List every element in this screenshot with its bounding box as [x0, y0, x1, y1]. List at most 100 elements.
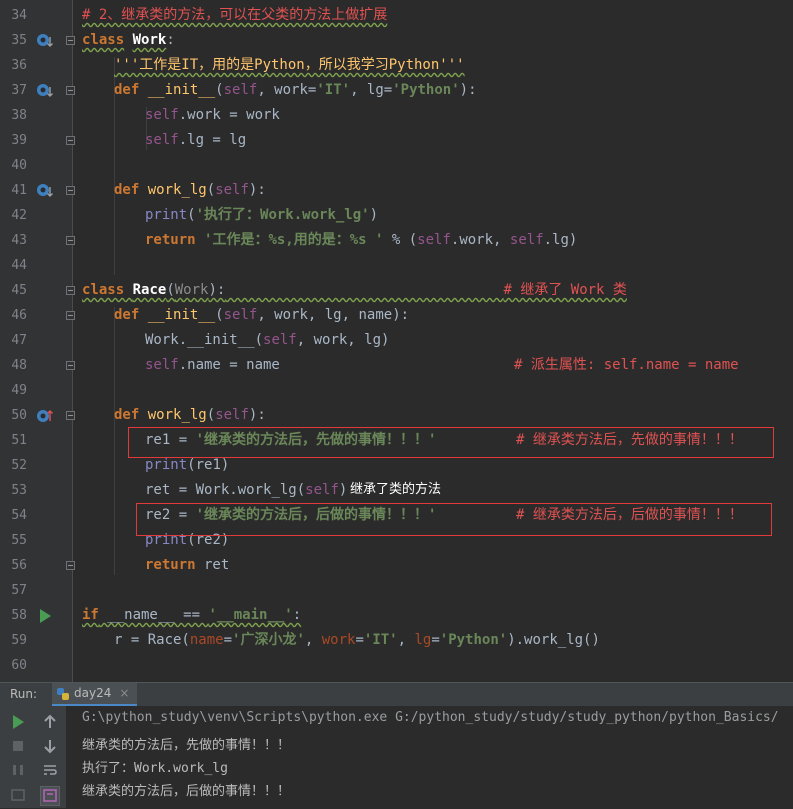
- code-line[interactable]: 35 class Work:: [0, 28, 793, 53]
- run-toolbar: Run: day24 ×: [0, 682, 793, 706]
- self-ref: self: [509, 232, 544, 248]
- function-name: work_lg: [147, 407, 207, 423]
- code-line[interactable]: 41 def work_lg(self):: [0, 178, 793, 203]
- code-line[interactable]: 44: [0, 253, 793, 278]
- code-line[interactable]: 49: [0, 378, 793, 403]
- line-number: 47: [11, 333, 27, 348]
- keyword: return: [145, 232, 196, 248]
- function-name: __init__: [147, 307, 216, 323]
- line-number: 52: [11, 458, 27, 473]
- code-line[interactable]: 50 def work_lg(self):: [0, 403, 793, 428]
- code-editor[interactable]: 34 # 2、继承类的方法，可以在父类的方法上做扩展 35 class Work…: [0, 0, 793, 682]
- punctuation: ): [338, 482, 348, 498]
- self-param: self: [223, 307, 258, 323]
- keyword: class: [82, 32, 125, 48]
- restore-layout-icon[interactable]: [10, 786, 26, 802]
- fold-toggle[interactable]: [66, 236, 75, 245]
- line-number: 34: [11, 8, 27, 23]
- line-number: 37: [11, 83, 27, 98]
- stop-icon[interactable]: [10, 738, 26, 754]
- code-text: .name = name: [178, 357, 280, 373]
- function-name: work_lg: [147, 182, 207, 198]
- code-line[interactable]: 39 self.lg = lg: [0, 128, 793, 153]
- code-text: .work = work: [178, 107, 280, 123]
- punctuation: ):: [248, 182, 266, 198]
- line-number: 40: [11, 158, 27, 173]
- fold-toggle[interactable]: [66, 361, 75, 370]
- code-line[interactable]: 57: [0, 578, 793, 603]
- fold-toggle[interactable]: [66, 286, 75, 295]
- line-number: 43: [11, 233, 27, 248]
- fold-toggle[interactable]: [66, 311, 75, 320]
- code-line[interactable]: 34 # 2、继承类的方法，可以在父类的方法上做扩展: [0, 3, 793, 28]
- code-comment: # 派生属性: self.name = name: [514, 357, 739, 373]
- string: '广深小龙': [232, 632, 305, 648]
- run-gutter-icon[interactable]: [38, 608, 56, 624]
- class-name: Work: [132, 32, 167, 48]
- punctuation: :: [292, 607, 302, 623]
- code-line[interactable]: 56 return ret: [0, 553, 793, 578]
- rerun-icon[interactable]: [10, 714, 26, 730]
- line-number: 53: [11, 483, 27, 498]
- fold-toggle[interactable]: [66, 411, 75, 420]
- scroll-up-icon[interactable]: [42, 714, 58, 730]
- keyword: if: [82, 607, 99, 623]
- line-number: 36: [11, 58, 27, 73]
- code-line[interactable]: 36 '''工作是IT，用的是Python，所以我学习Python''': [0, 53, 793, 78]
- code-text: (re1): [187, 457, 230, 473]
- code-line[interactable]: 46 def __init__(self, work, lg, name):: [0, 303, 793, 328]
- code-line[interactable]: 48 self.name = name # 派生属性: self.name = …: [0, 353, 793, 378]
- close-icon[interactable]: ×: [119, 686, 129, 700]
- pause-icon[interactable]: [10, 762, 26, 778]
- highlight-box: [136, 503, 772, 536]
- code-line[interactable]: 42 print('执行了：Work.work_lg'): [0, 203, 793, 228]
- kwarg-name: lg: [414, 632, 432, 648]
- builtin: print: [145, 207, 188, 223]
- punctuation: ): [369, 207, 379, 223]
- line-number: 56: [11, 558, 27, 573]
- overridden-method-icon[interactable]: [36, 183, 54, 199]
- console-output[interactable]: G:\python_study\venv\Scripts\python.exe …: [67, 706, 793, 808]
- fold-toggle[interactable]: [66, 86, 75, 95]
- code-line[interactable]: 58 if __name__ == '__main__':: [0, 603, 793, 628]
- keyword: def: [114, 307, 140, 323]
- fold-toggle[interactable]: [66, 186, 75, 195]
- line-number: 42: [11, 208, 27, 223]
- scroll-to-end-icon[interactable]: [40, 786, 60, 806]
- highlight-box: [128, 427, 774, 458]
- overridden-method-icon[interactable]: [36, 33, 54, 49]
- overriding-method-icon[interactable]: [36, 408, 54, 424]
- scroll-down-icon[interactable]: [42, 738, 58, 754]
- code-line[interactable]: 60: [0, 653, 793, 678]
- code-line[interactable]: 37 def __init__(self, work='IT', lg='Pyt…: [0, 78, 793, 103]
- self-ref: self: [145, 107, 179, 123]
- code-line[interactable]: 43 return '工作是：%s,用的是：%s ' % (self.work,…: [0, 228, 793, 253]
- punctuation: (: [206, 407, 216, 423]
- fold-toggle[interactable]: [66, 136, 75, 145]
- keyword: class: [82, 282, 125, 298]
- fold-toggle[interactable]: [66, 561, 75, 570]
- overridden-method-icon[interactable]: [36, 83, 54, 99]
- code-line[interactable]: 38 self.work = work: [0, 103, 793, 128]
- fold-toggle[interactable]: [66, 36, 75, 45]
- code-text: .lg = lg: [178, 132, 247, 148]
- code-text: .work,: [450, 232, 510, 248]
- code-line[interactable]: 40: [0, 153, 793, 178]
- run-tab-day24[interactable]: day24 ×: [52, 683, 138, 706]
- console-line: 继承类的方法后，先做的事情！！！: [82, 738, 291, 753]
- soft-wrap-icon[interactable]: [42, 762, 58, 778]
- line-number: 51: [11, 433, 27, 448]
- line-number: 57: [11, 583, 27, 598]
- keyword: def: [114, 407, 140, 423]
- code-line[interactable]: 47 Work.__init__(self, work, lg): [0, 328, 793, 353]
- kwarg-name: work: [321, 632, 356, 648]
- params: , work, lg, name):: [257, 307, 410, 323]
- line-number: 58: [11, 608, 27, 623]
- code-text: Work.__init__(: [145, 332, 264, 348]
- keyword: return: [145, 557, 196, 573]
- code-line[interactable]: 45 class Race(Work): # 继承了 Work 类: [0, 278, 793, 303]
- console-line: 继承类的方法后，后做的事情！！！: [82, 784, 291, 799]
- kwarg-name: name: [189, 632, 224, 648]
- code-line[interactable]: 59 r = Race(name='广深小龙', work='IT', lg='…: [0, 628, 793, 653]
- line-number: 60: [11, 658, 27, 673]
